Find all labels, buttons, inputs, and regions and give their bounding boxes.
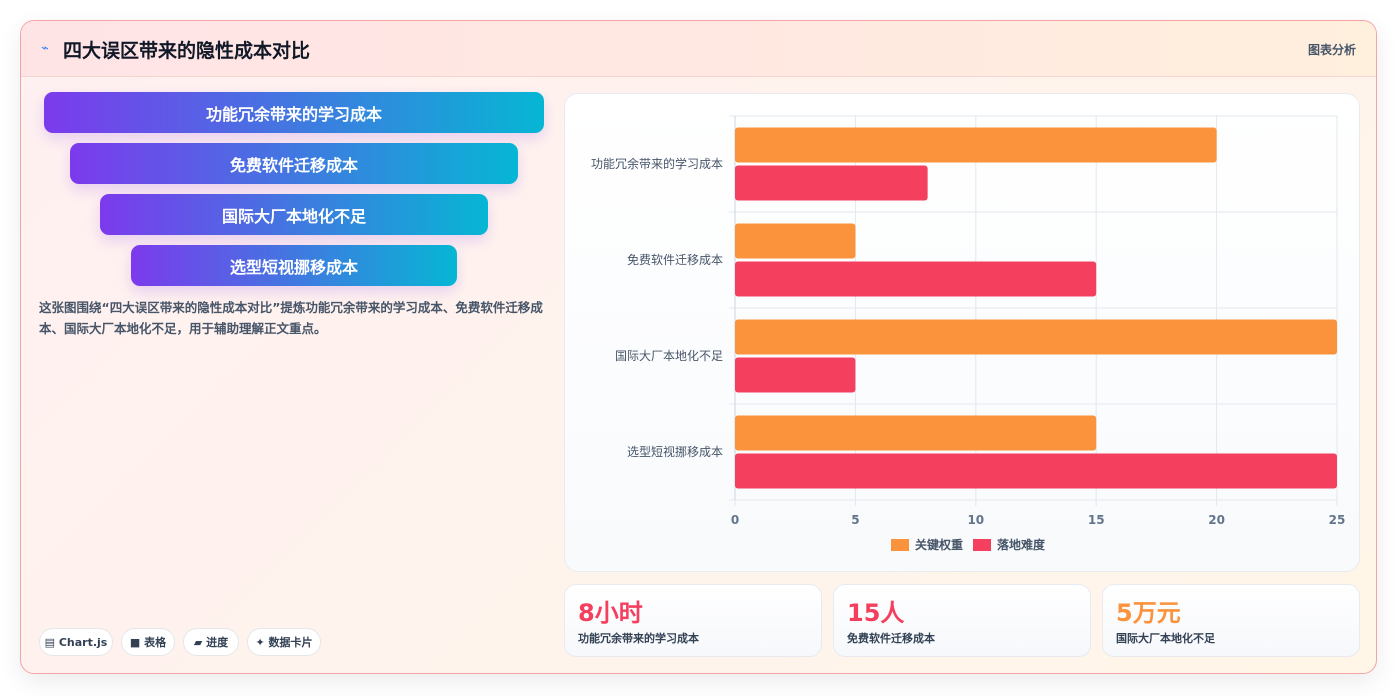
header-tag: 图表分析	[1307, 43, 1356, 57]
stat-label: 免费软件迁移成本	[847, 632, 935, 645]
legend-label: 关键权重	[915, 537, 963, 552]
stat-card: 5万元 国际大厂本地化不足	[1102, 584, 1360, 657]
stat-label: 国际大厂本地化不足	[1116, 632, 1215, 645]
funnel-item: 功能冗余带来的学习成本	[44, 92, 544, 133]
pill-chartjs: ▤ Chart.js	[39, 628, 113, 656]
stat-card: 8小时 功能冗余带来的学习成本	[564, 584, 822, 657]
x-tick-label: 15	[1088, 513, 1105, 527]
funnel-item: 免费软件迁移成本	[70, 143, 518, 184]
stat-label: 功能冗余带来的学习成本	[578, 632, 699, 645]
x-tick-label: 5	[851, 513, 859, 527]
main-card: ⌁ 四大误区带来的隐性成本对比 图表分析 功能冗余带来的学习成本 免费软件迁移成…	[20, 20, 1377, 674]
y-tick-label: 免费软件迁移成本	[627, 252, 723, 267]
card-header: ⌁ 四大误区带来的隐性成本对比 图表分析	[21, 21, 1376, 77]
bar	[735, 165, 928, 201]
stat-card: 15人 免费软件迁移成本	[833, 584, 1091, 657]
x-tick-label: 25	[1329, 513, 1346, 527]
legend-swatch	[891, 539, 909, 551]
x-tick-label: 20	[1208, 513, 1225, 527]
page-title: 四大误区带来的隐性成本对比	[63, 40, 311, 62]
pill-progress: ▰ 进度	[183, 628, 239, 656]
legend-swatch	[973, 539, 991, 551]
bar	[735, 453, 1337, 489]
x-tick-label: 10	[967, 513, 984, 527]
bar	[735, 261, 1097, 297]
bar	[735, 127, 1217, 163]
pill-table: ■ 表格	[121, 628, 175, 656]
bar	[735, 357, 856, 393]
description-text: 这张图围绕“四大误区带来的隐性成本对比”提炼功能冗余带来的学习成本、免费软件迁移…	[39, 300, 543, 336]
pill-data-card: ✦ 数据卡片	[247, 628, 321, 656]
y-tick-label: 功能冗余带来的学习成本	[591, 156, 723, 171]
stat-value: 5万元	[1116, 599, 1181, 627]
bar	[735, 319, 1337, 355]
bar	[735, 415, 1097, 451]
bar-chart: 0 5 10 15 20 25 功能冗余带来的学习成本免费软件迁移成本国际大厂本地化不足选型…	[591, 115, 1346, 552]
stat-value: 15人	[847, 599, 905, 627]
x-tick-label: 0	[731, 513, 739, 527]
legend-label: 落地难度	[997, 537, 1046, 552]
funnel-item: 国际大厂本地化不足	[100, 194, 488, 235]
chart-icon: ⌁	[41, 41, 49, 56]
y-tick-label: 选型短视挪移成本	[627, 444, 723, 459]
funnel-item: 选型短视挪移成本	[131, 245, 457, 286]
chart-panel: 0 5 10 15 20 25 功能冗余带来的学习成本免费软件迁移成本国际大厂本地化不足选型…	[564, 93, 1360, 572]
stat-value: 8小时	[578, 599, 643, 627]
y-tick-label: 国际大厂本地化不足	[615, 349, 723, 363]
bar	[735, 223, 856, 259]
